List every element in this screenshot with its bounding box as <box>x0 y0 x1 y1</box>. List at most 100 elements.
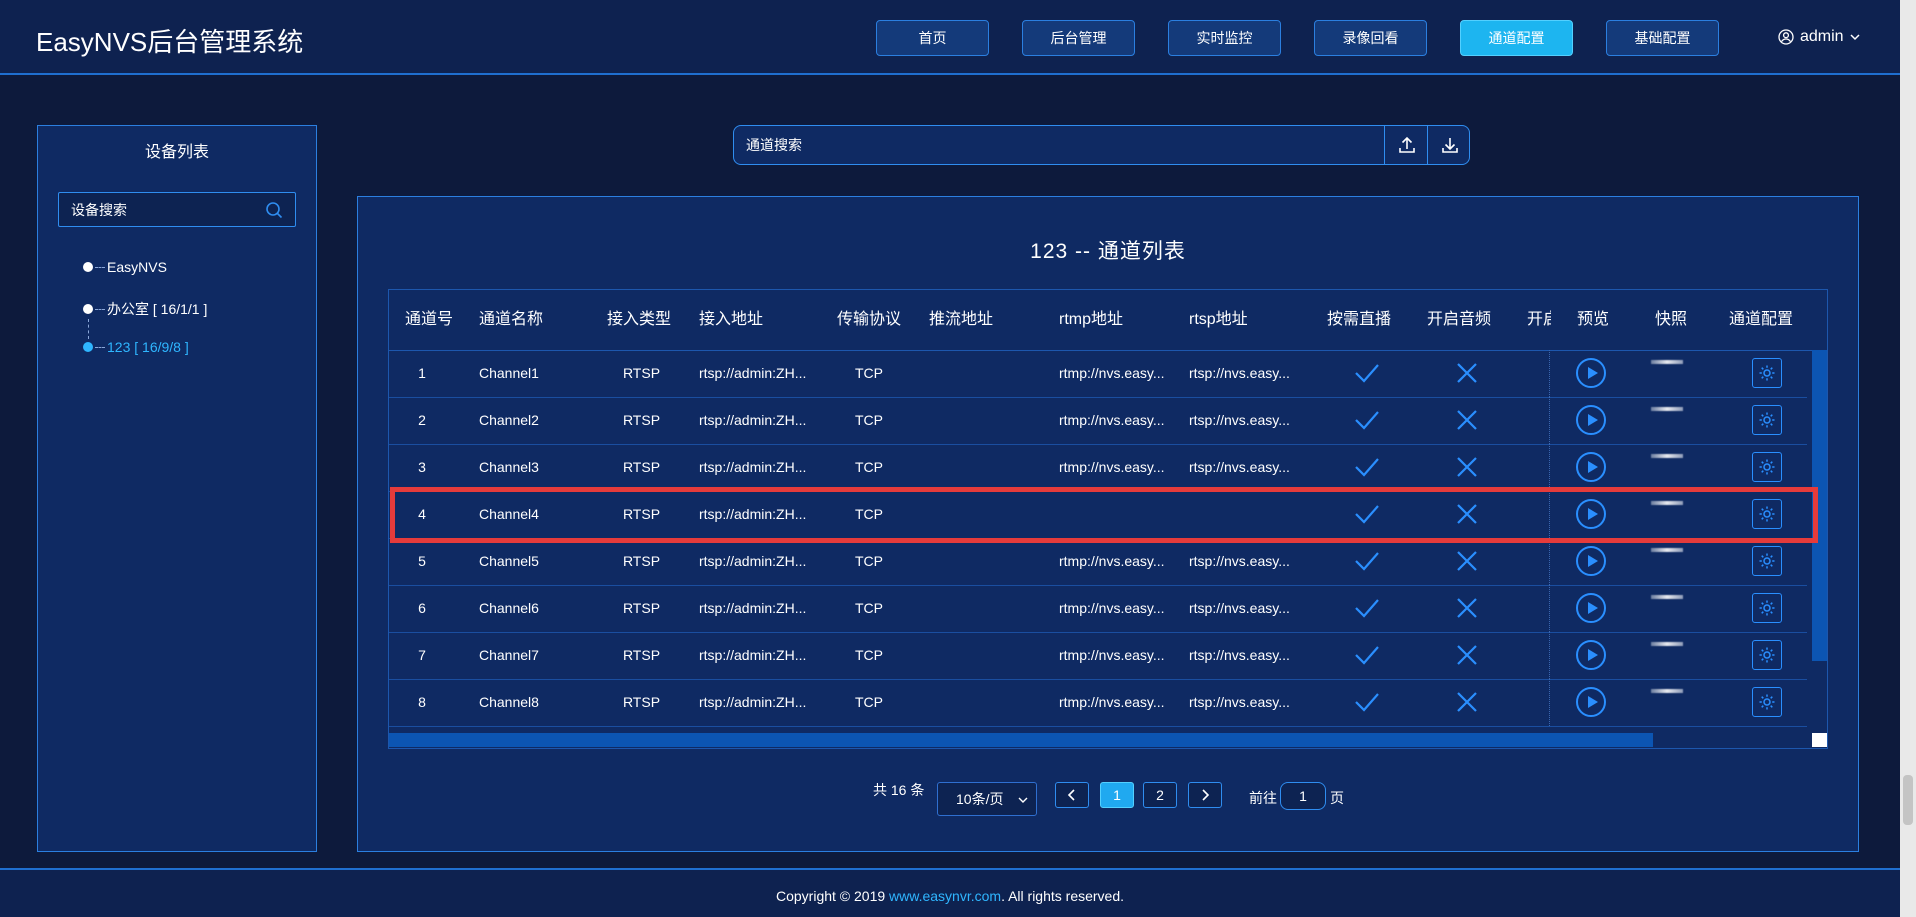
search-icon[interactable] <box>265 201 283 219</box>
check-icon[interactable] <box>1354 644 1380 666</box>
nav-admin[interactable]: 后台管理 <box>1022 20 1135 56</box>
enable-column-edge <box>1549 585 1551 632</box>
cell-access-addr: rtsp://admin:ZH... <box>699 459 807 475</box>
play-icon[interactable] <box>1576 687 1606 717</box>
footer-link[interactable]: www.easynvr.com <box>889 888 1001 904</box>
tree-node-office[interactable]: 办公室 [ 16/1/1 ] <box>83 299 207 319</box>
page-button-2[interactable]: 2 <box>1143 782 1177 808</box>
play-icon[interactable] <box>1576 452 1606 482</box>
close-icon[interactable] <box>1456 362 1478 384</box>
page-button-1[interactable]: 1 <box>1100 782 1134 808</box>
cell-access-type: RTSP <box>622 459 661 475</box>
snapshot-thumbnail[interactable] <box>1651 407 1683 411</box>
prev-page-button[interactable] <box>1055 782 1089 808</box>
check-icon[interactable] <box>1354 503 1380 525</box>
goto-page-input[interactable] <box>1280 782 1326 810</box>
channel-config-button[interactable] <box>1752 687 1782 717</box>
tree-node-dot <box>83 262 93 272</box>
tree-node-easynvs[interactable]: EasyNVS <box>83 259 167 275</box>
channel-config-button[interactable] <box>1752 640 1782 670</box>
enable-column-edge <box>1549 397 1551 444</box>
snapshot-thumbnail[interactable] <box>1651 360 1683 364</box>
close-icon[interactable] <box>1456 409 1478 431</box>
check-icon[interactable] <box>1354 691 1380 713</box>
close-icon[interactable] <box>1456 503 1478 525</box>
close-icon[interactable] <box>1456 456 1478 478</box>
channel-config-button[interactable] <box>1752 546 1782 576</box>
table-row: 7 Channel7 RTSP rtsp://admin:ZH... TCP rtmp:/… <box>389 632 1807 680</box>
device-search <box>58 192 296 227</box>
snapshot-thumbnail[interactable] <box>1651 548 1683 552</box>
table-row: 4 Channel4 RTSP rtsp://admin:ZH... TCP <box>389 491 1807 539</box>
upload-button[interactable] <box>1384 126 1428 164</box>
col-enable: 开启 <box>1527 311 1551 328</box>
check-icon[interactable] <box>1354 362 1380 384</box>
check-icon[interactable] <box>1354 550 1380 572</box>
col-access-addr: 接入地址 <box>699 311 764 328</box>
cell-rtsp-addr: rtsp://nvs.easy... <box>1189 553 1290 569</box>
table-horizontal-scrollbar-thumb[interactable] <box>389 733 1653 747</box>
play-icon[interactable] <box>1576 640 1606 670</box>
cell-push-addr <box>929 444 1039 491</box>
close-icon[interactable] <box>1456 691 1478 713</box>
cell-channel-id: 3 <box>418 459 426 475</box>
check-icon[interactable] <box>1354 409 1380 431</box>
cell-protocol: TCP <box>855 365 883 381</box>
table-row: 8 Channel8 RTSP rtsp://admin:ZH... TCP rtmp:/… <box>389 679 1807 727</box>
channel-config-button[interactable] <box>1752 405 1782 435</box>
channel-config-button[interactable] <box>1752 499 1782 529</box>
next-page-button[interactable] <box>1188 782 1222 808</box>
nav-basic-config[interactable]: 基础配置 <box>1606 20 1719 56</box>
enable-column-edge <box>1549 350 1551 397</box>
channel-config-button[interactable] <box>1752 452 1782 482</box>
user-name: admin <box>1800 28 1844 45</box>
user-menu[interactable]: admin <box>1778 28 1860 46</box>
play-icon[interactable] <box>1576 593 1606 623</box>
play-icon[interactable] <box>1576 358 1606 388</box>
tree-node-label: 办公室 [ 16/1/1 ] <box>107 301 208 317</box>
cell-rtmp-addr: rtmp://nvs.easy... <box>1059 459 1165 475</box>
nav-playback[interactable]: 录像回看 <box>1314 20 1427 56</box>
check-icon[interactable] <box>1354 597 1380 619</box>
cell-access-addr: rtsp://admin:ZH... <box>699 412 807 428</box>
snapshot-thumbnail[interactable] <box>1651 501 1683 505</box>
play-icon[interactable] <box>1576 499 1606 529</box>
nav-channel-config[interactable]: 通道配置 <box>1460 20 1573 56</box>
cell-protocol: TCP <box>855 647 883 663</box>
download-button[interactable] <box>1427 126 1469 164</box>
gear-icon <box>1759 647 1775 663</box>
tree-vertical-connector <box>88 319 89 339</box>
snapshot-thumbnail[interactable] <box>1651 642 1683 646</box>
channel-config-button[interactable] <box>1752 593 1782 623</box>
gear-icon <box>1759 365 1775 381</box>
close-icon[interactable] <box>1456 550 1478 572</box>
snapshot-thumbnail[interactable] <box>1651 454 1683 458</box>
col-rtsp-addr: rtsp地址 <box>1189 311 1248 328</box>
check-icon[interactable] <box>1354 456 1380 478</box>
close-icon[interactable] <box>1456 597 1478 619</box>
snapshot-thumbnail[interactable] <box>1651 689 1683 693</box>
device-search-input[interactable] <box>59 193 273 226</box>
play-icon[interactable] <box>1576 405 1606 435</box>
page-size-select[interactable]: 10条/页 <box>937 782 1037 816</box>
user-icon <box>1778 29 1794 45</box>
cell-channel-name: Channel3 <box>479 459 539 475</box>
snapshot-thumbnail[interactable] <box>1651 595 1683 599</box>
nav-live[interactable]: 实时监控 <box>1168 20 1281 56</box>
table-row: 3 Channel3 RTSP rtsp://admin:ZH... TCP rtmp:/… <box>389 444 1807 492</box>
channel-search-input[interactable] <box>734 126 1398 164</box>
play-icon[interactable] <box>1576 546 1606 576</box>
sidebar-title: 设备列表 <box>144 144 209 161</box>
table-vertical-scrollbar[interactable] <box>1812 350 1827 661</box>
close-icon[interactable] <box>1456 644 1478 666</box>
page-scrollbar-thumb[interactable] <box>1903 775 1913 825</box>
cell-channel-id: 5 <box>418 553 426 569</box>
cell-protocol: TCP <box>855 553 883 569</box>
cell-rtmp-addr: rtmp://nvs.easy... <box>1059 365 1165 381</box>
tree-node-123[interactable]: 123 [ 16/9/8 ] <box>83 339 189 355</box>
tree-node-label: EasyNVS <box>107 259 167 275</box>
chevron-left-icon <box>1067 789 1075 801</box>
nav-home[interactable]: 首页 <box>876 20 989 56</box>
channel-config-button[interactable] <box>1752 358 1782 388</box>
col-channel-id: 通道号 <box>405 311 454 328</box>
